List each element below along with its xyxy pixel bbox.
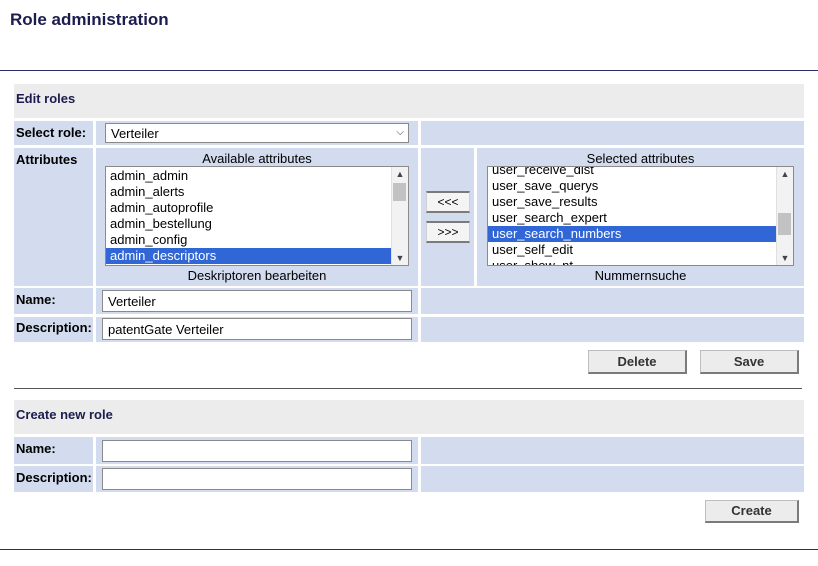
attributes-label: Attributes [16,152,78,167]
new-description-input-cell [96,466,418,492]
list-option[interactable]: user_self_edit [488,242,776,258]
list-option[interactable]: admin_bestellung [106,216,391,232]
list-option[interactable]: user_search_numbers [488,226,776,242]
new-description-label: Description: [16,470,92,485]
description-row-filler [421,317,804,342]
description-input-cell [96,317,418,342]
list-option[interactable]: admin_autoprofile [106,200,391,216]
role-select-value: Verteiler [111,126,159,141]
new-description-row-filler [421,466,804,492]
delete-button[interactable]: Delete [588,350,687,374]
new-name-label-cell: Name: [14,437,93,464]
list-option[interactable]: user_search_expert [488,210,776,226]
description-label: Description: [16,320,92,335]
move-buttons-cell: <<< >>> [421,148,474,286]
new-name-label: Name: [16,441,56,456]
create-button[interactable]: Create [705,500,799,523]
selected-scrollbar[interactable]: ▲ ▼ [776,167,793,265]
list-option[interactable]: user_show_nt [488,258,776,265]
scroll-up-icon[interactable]: ▲ [777,167,793,181]
list-option[interactable]: user_receive_dist [488,167,776,178]
new-name-input-cell [96,437,418,464]
select-role-filler [421,121,804,145]
section-divider [14,388,802,389]
move-right-button[interactable]: >>> [426,221,470,243]
available-scrollbar[interactable]: ▲ ▼ [391,167,408,265]
available-attributes-cell: Available attributes admin_admin admin_al… [96,148,418,286]
name-row-filler [421,288,804,314]
role-name-input[interactable] [102,290,412,312]
scroll-thumb[interactable] [393,183,406,201]
bottom-divider [0,549,818,550]
create-role-heading: Create new role [16,407,113,422]
new-role-name-input[interactable] [102,440,412,462]
selected-attribute-description: Nummernsuche [594,268,687,283]
list-option[interactable]: admin_alerts [106,184,391,200]
list-option[interactable]: user_save_querys [488,178,776,194]
scroll-thumb[interactable] [778,213,791,235]
select-role-cell: Verteiler ⌵ [96,121,418,145]
select-role-label-cell: Select role: [14,121,93,145]
list-option[interactable]: admin_descriptors [106,248,391,264]
name-label-cell: Name: [14,288,93,314]
save-button[interactable]: Save [700,350,799,374]
role-description-input[interactable] [102,318,412,340]
move-left-button[interactable]: <<< [426,191,470,213]
available-attributes-list[interactable]: admin_admin admin_alerts admin_autoprofile… [105,166,409,266]
page-title: Role administration [10,10,169,29]
chevron-down-icon: ⌵ [396,127,404,138]
selected-attributes-title: Selected attributes [586,151,695,166]
list-option[interactable]: user_save_results [488,194,776,210]
new-name-row-filler [421,437,804,464]
new-role-description-input[interactable] [102,468,412,490]
selected-attributes-list[interactable]: user_receive_dist user_save_querys user_sa… [487,166,794,266]
name-input-cell [96,288,418,314]
edit-roles-heading: Edit roles [16,91,76,106]
create-role-header: Create new role [14,400,804,434]
attributes-label-cell: Attributes [14,148,93,286]
description-label-cell: Description: [14,317,93,342]
available-attribute-description: Deskriptoren bearbeiten [187,268,327,283]
selected-attributes-cell: Selected attributes user_receive_dist use… [477,148,804,286]
new-description-label-cell: Description: [14,466,93,492]
role-select[interactable]: Verteiler ⌵ [105,123,409,143]
edit-roles-header: Edit roles [14,84,804,118]
name-label: Name: [16,292,56,307]
top-divider [0,70,818,71]
scroll-down-icon[interactable]: ▼ [392,251,408,265]
select-role-label: Select role: [16,125,87,140]
available-attributes-title: Available attributes [202,151,312,166]
list-option[interactable]: admin_admin [106,168,391,184]
scroll-down-icon[interactable]: ▼ [777,251,793,265]
list-option[interactable]: admin_config [106,232,391,248]
scroll-up-icon[interactable]: ▲ [392,167,408,181]
